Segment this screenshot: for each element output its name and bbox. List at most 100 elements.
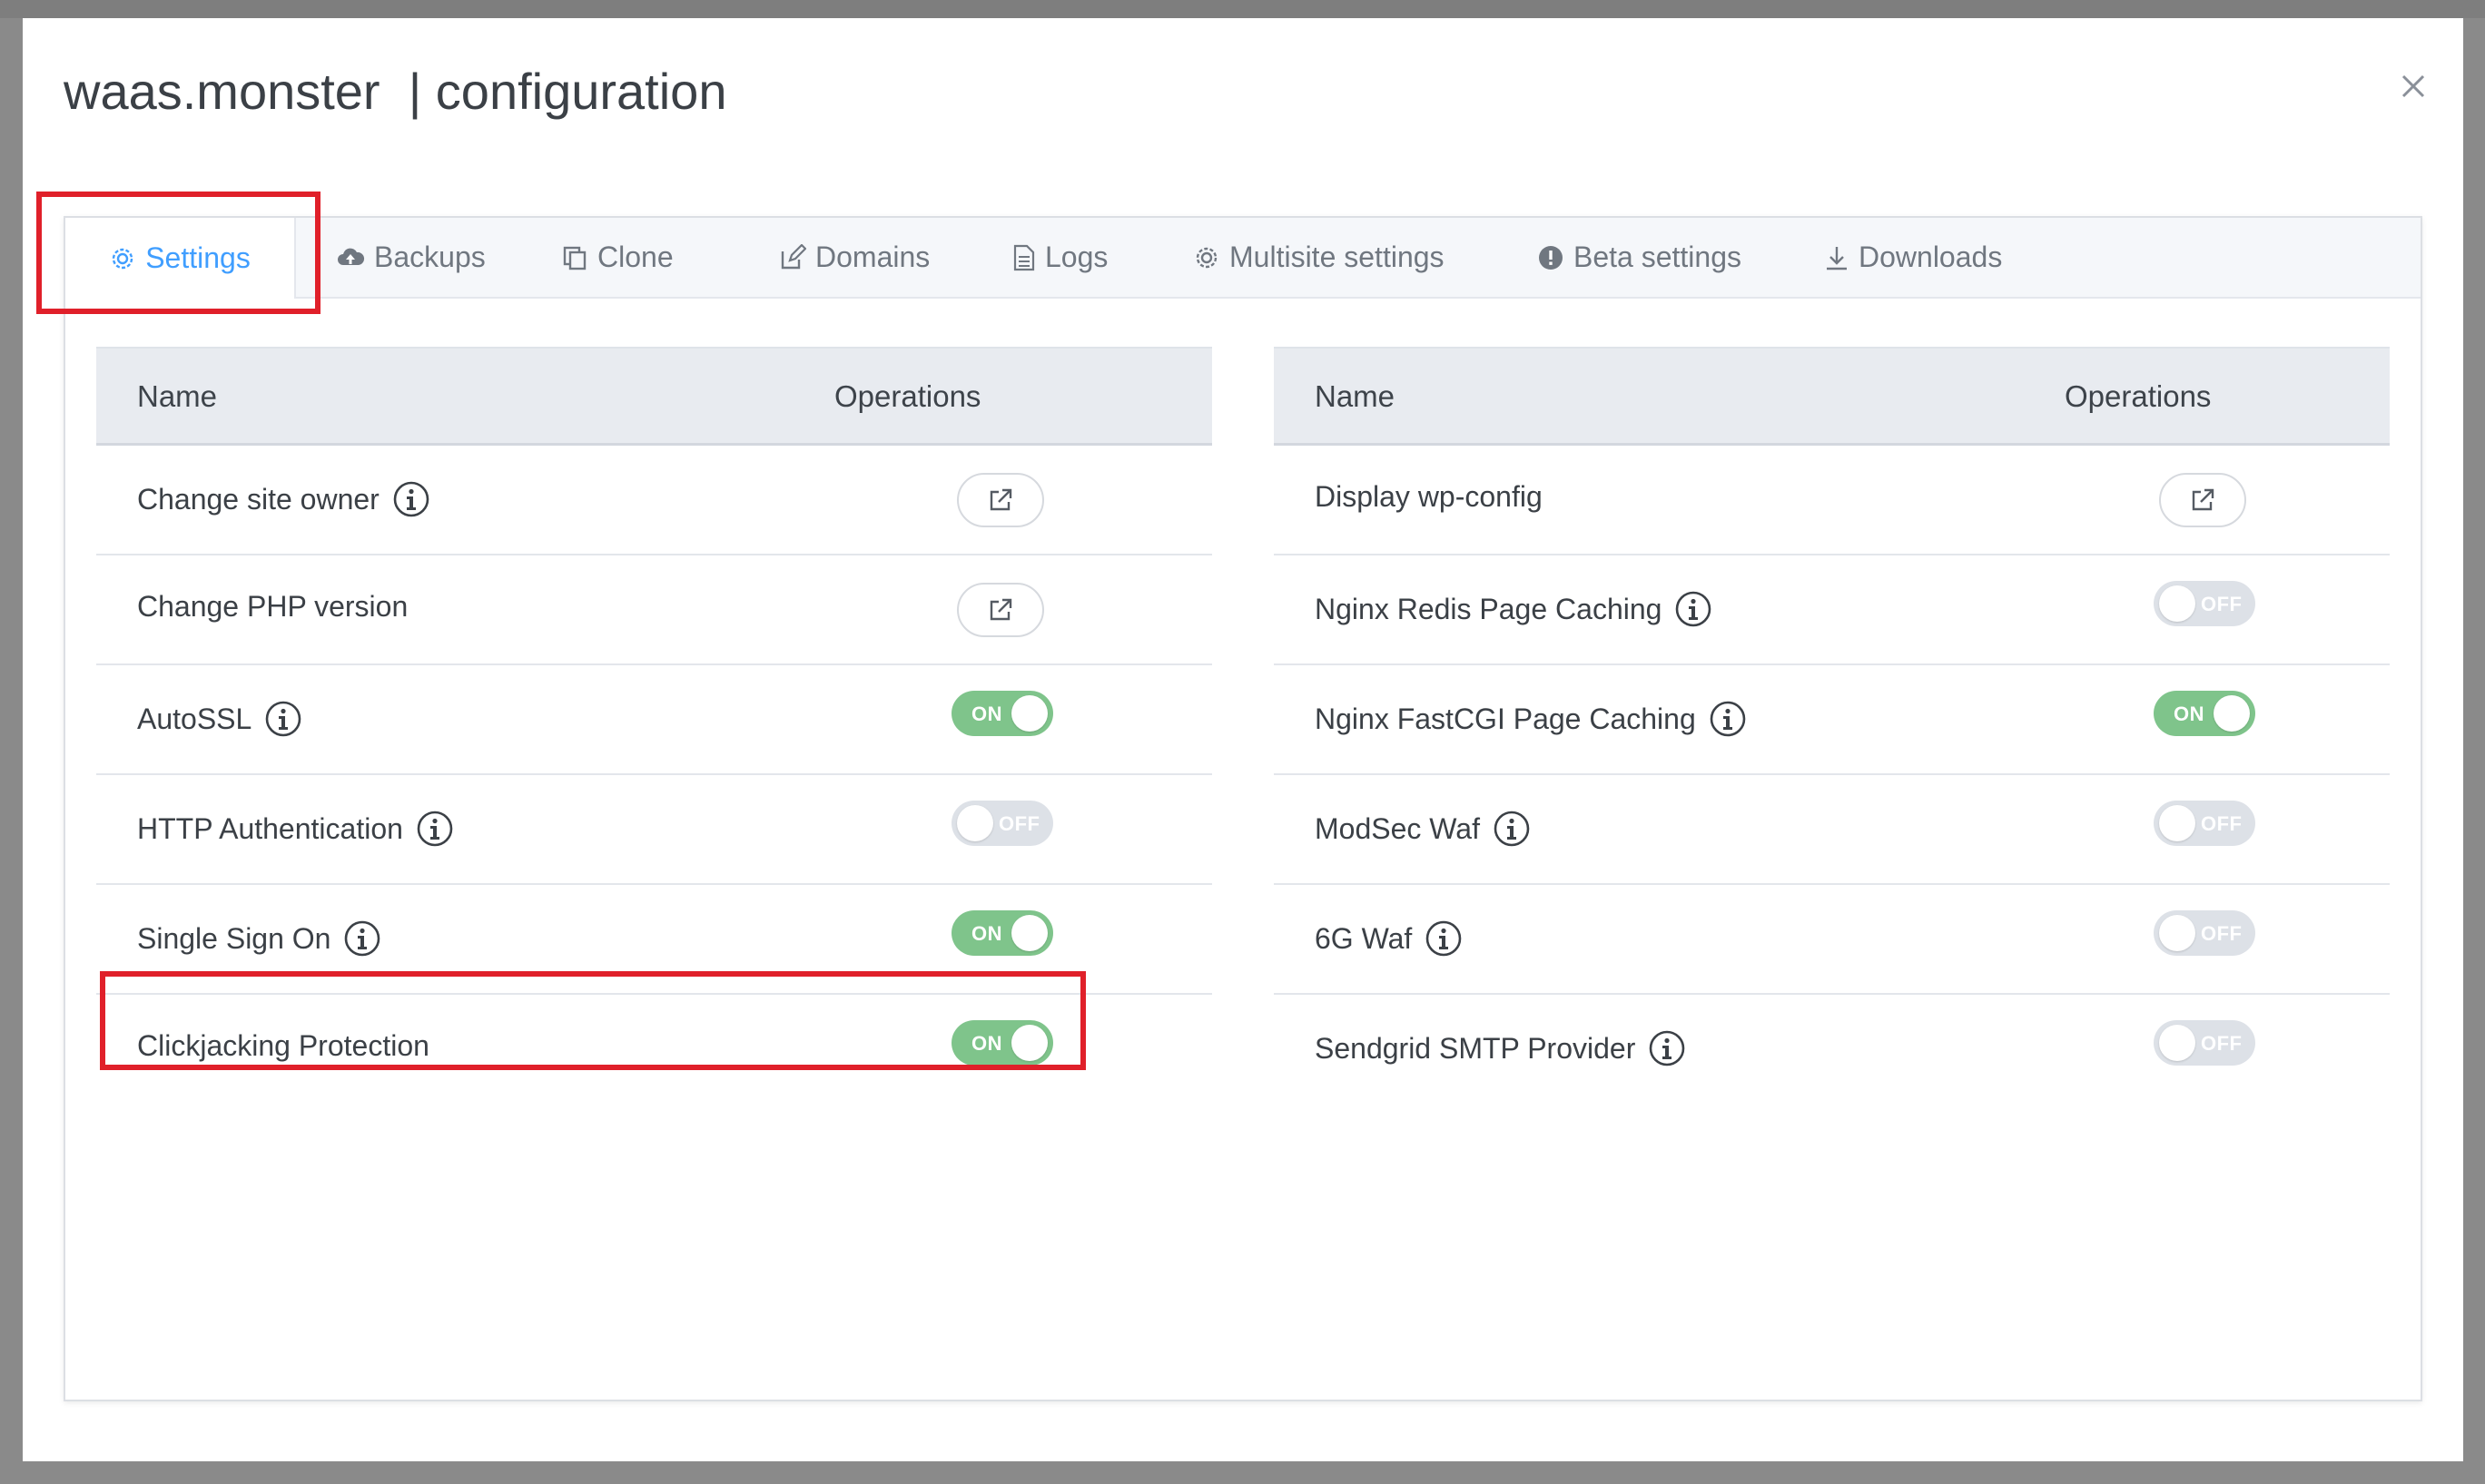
setting-name: HTTP Authentication — [137, 811, 403, 845]
download-icon — [1827, 246, 1847, 270]
toggle-state-label: OFF — [2201, 812, 2243, 835]
page-backdrop — [0, 0, 2485, 18]
column-header-operations: Operations — [834, 379, 981, 413]
external-link-icon — [2192, 488, 2214, 511]
tab-label: Beta settings — [1573, 241, 1741, 273]
table-row: 6G Waf OFF — [1274, 885, 2390, 995]
gear-icon — [1196, 247, 1218, 268]
table-row: ModSec Waf OFF — [1274, 775, 2390, 885]
toggle-knob — [2159, 915, 2195, 951]
document-icon — [1013, 244, 1035, 270]
column-header-name: Name — [1315, 379, 1395, 413]
configuration-modal: waas.monster | configuration Settings Ba — [23, 18, 2463, 1461]
tab-label: Downloads — [1859, 241, 2003, 273]
table-header: Name Operations — [96, 347, 1212, 446]
setting-name: Nginx Redis Page Caching — [1315, 592, 1662, 625]
nginx-redis-page-caching-toggle[interactable]: OFF — [2154, 581, 2255, 626]
setting-name: AutoSSL — [137, 702, 252, 735]
copy-icon — [563, 246, 587, 270]
toggle-knob — [2159, 1025, 2195, 1061]
row-label: Clickjacking Protection — [137, 1029, 429, 1063]
info-icon[interactable] — [1709, 700, 1747, 738]
setting-name: Display wp-config — [1315, 480, 1543, 513]
open-change-php-version-button[interactable] — [957, 583, 1044, 637]
tab-logs[interactable]: Logs — [1012, 218, 1108, 297]
right-settings-table: Name Operations Display wp-config Nginx … — [1274, 347, 2390, 1103]
tabs-panel: Settings Backups Clone Domains Logs Mult… — [64, 216, 2422, 1401]
row-label: Change site owner — [137, 480, 430, 518]
tab-backups[interactable]: Backups — [336, 218, 486, 297]
toggle-state-label: ON — [2174, 703, 2204, 725]
toggle-knob — [1011, 915, 1048, 951]
table-header: Name Operations — [1274, 347, 2390, 446]
table-row: Single Sign On ON — [96, 885, 1212, 995]
toggle-knob — [2159, 805, 2195, 841]
tab-clone[interactable]: Clone — [561, 218, 674, 297]
table-row: AutoSSL ON — [96, 665, 1212, 775]
modsec-waf-toggle[interactable]: OFF — [2154, 801, 2255, 846]
info-icon[interactable] — [343, 919, 381, 958]
table-row: Sendgrid SMTP Provider OFF — [1274, 995, 2390, 1103]
info-icon[interactable] — [1493, 810, 1531, 848]
table-row: Change PHP version — [96, 555, 1212, 665]
toggle-knob — [2159, 585, 2195, 622]
sendgrid-smtp-provider-toggle[interactable]: OFF — [2154, 1020, 2255, 1066]
http-authentication-toggle[interactable]: OFF — [952, 801, 1053, 846]
toggle-knob — [957, 805, 993, 841]
table-row: Nginx FastCGI Page Caching ON — [1274, 665, 2390, 775]
info-icon[interactable] — [1648, 1029, 1686, 1067]
toggle-knob — [1011, 695, 1048, 732]
info-icon[interactable] — [264, 700, 302, 738]
tab-beta-settings[interactable]: Beta settings — [1537, 218, 1741, 297]
tab-label: Domains — [815, 241, 931, 273]
setting-name: 6G Waf — [1315, 921, 1413, 955]
tab-downloads[interactable]: Downloads — [1824, 218, 2002, 297]
nginx-fastcgi-page-caching-toggle[interactable]: ON — [2154, 691, 2255, 736]
info-icon[interactable] — [416, 810, 454, 848]
cloud-upload-icon — [338, 248, 365, 265]
tab-settings[interactable]: Settings — [65, 218, 296, 299]
setting-name: Sendgrid SMTP Provider — [1315, 1031, 1636, 1065]
row-label: AutoSSL — [137, 700, 302, 738]
toggle-state-label: ON — [971, 1032, 1002, 1055]
row-label: Display wp-config — [1315, 480, 1543, 514]
table-row: Display wp-config — [1274, 446, 2390, 555]
tab-domains[interactable]: Domains — [779, 218, 930, 297]
info-icon[interactable] — [1674, 590, 1712, 628]
edit-icon — [781, 243, 806, 269]
setting-name: ModSec Waf — [1315, 811, 1480, 845]
toggle-state-label: ON — [971, 922, 1002, 945]
open-change-site-owner-button[interactable] — [957, 473, 1044, 527]
toggle-state-label: OFF — [999, 812, 1040, 835]
tab-label: Clone — [597, 241, 674, 273]
table-row: HTTP Authentication OFF — [96, 775, 1212, 885]
row-label: HTTP Authentication — [137, 810, 454, 848]
info-icon[interactable] — [1425, 919, 1463, 958]
setting-name: Change PHP version — [137, 590, 409, 623]
row-label: Sendgrid SMTP Provider — [1315, 1029, 1686, 1067]
setting-name: Change site owner — [137, 482, 380, 516]
table-row: Change site owner — [96, 446, 1212, 555]
row-label: ModSec Waf — [1315, 810, 1531, 848]
toggle-knob — [2214, 695, 2250, 732]
modal-title: waas.monster | configuration — [64, 63, 727, 120]
close-icon — [2401, 74, 2425, 98]
table-row: Clickjacking Protection ON — [96, 995, 1212, 1103]
single-sign-on-toggle[interactable]: ON — [952, 910, 1053, 956]
gear-icon — [112, 248, 133, 269]
tab-bar: Settings Backups Clone Domains Logs Mult… — [65, 218, 2421, 299]
toggle-state-label: OFF — [2201, 922, 2243, 945]
autossl-toggle[interactable]: ON — [952, 691, 1053, 736]
setting-name: Clickjacking Protection — [137, 1029, 429, 1062]
info-icon[interactable] — [392, 480, 430, 518]
clickjacking-protection-toggle[interactable]: ON — [952, 1020, 1053, 1066]
tab-label: Multisite settings — [1229, 241, 1445, 273]
toggle-state-label: ON — [971, 703, 1002, 725]
tab-label: Backups — [374, 241, 486, 273]
left-settings-table: Name Operations Change site owner Change… — [96, 347, 1212, 1103]
tab-multisite-settings[interactable]: Multisite settings — [1193, 218, 1445, 297]
close-button[interactable] — [2395, 68, 2431, 104]
open-display-wp-config-button[interactable] — [2159, 473, 2246, 527]
6g-waf-toggle[interactable]: OFF — [2154, 910, 2255, 956]
tab-label: Settings — [145, 241, 251, 274]
